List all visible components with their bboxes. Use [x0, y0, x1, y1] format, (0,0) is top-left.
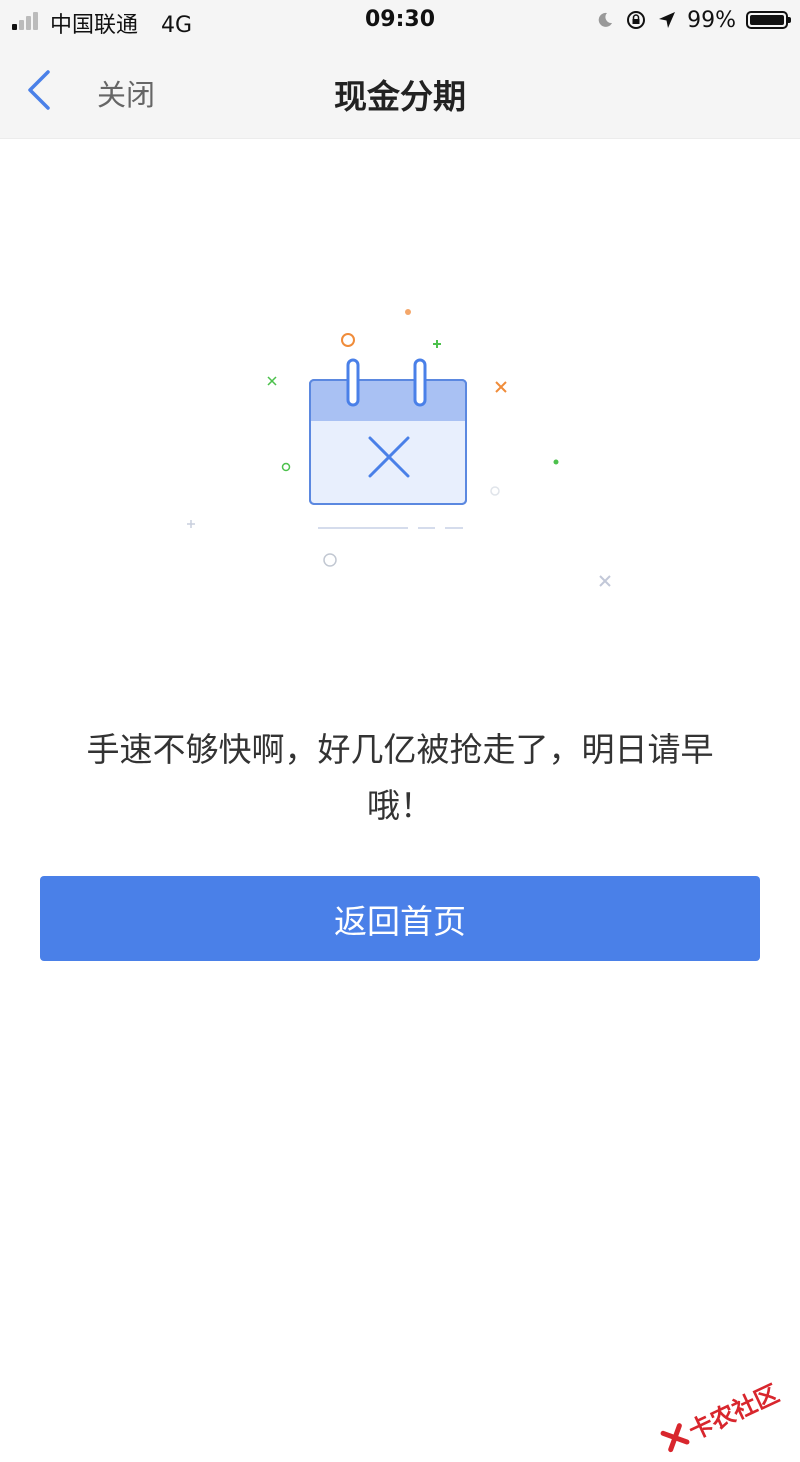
battery-percent: 99%	[687, 7, 736, 33]
chevron-left-icon	[28, 70, 50, 110]
return-home-button[interactable]: 返回首页	[40, 876, 760, 961]
kanong-logo-icon	[660, 1422, 690, 1452]
battery-icon	[746, 11, 791, 29]
moon-icon	[598, 12, 613, 27]
back-button[interactable]	[22, 68, 62, 112]
calendar-x-illustration	[170, 290, 630, 610]
navigation-bar: 关闭 现金分期	[0, 40, 800, 139]
watermark: 卡农社区	[650, 1369, 790, 1462]
close-button[interactable]: 关闭	[97, 72, 155, 114]
rotation-lock-icon	[627, 11, 646, 29]
message-line-2: 哦！	[367, 786, 433, 825]
battery-fill	[750, 15, 784, 25]
message-line-1: 手速不够快啊，好几亿被抢走了，明日请早	[86, 730, 714, 769]
status-right-group: 99%	[595, 6, 791, 34]
calendar-x-icon	[187, 309, 611, 587]
status-bar: 中国联通 4G 09:30 99%	[0, 0, 800, 40]
watermark-text: 卡农社区	[684, 1379, 784, 1446]
location-arrow-icon	[659, 12, 676, 28]
result-message: 手速不够快啊，好几亿被抢走了，明日请早 哦！	[60, 722, 740, 834]
